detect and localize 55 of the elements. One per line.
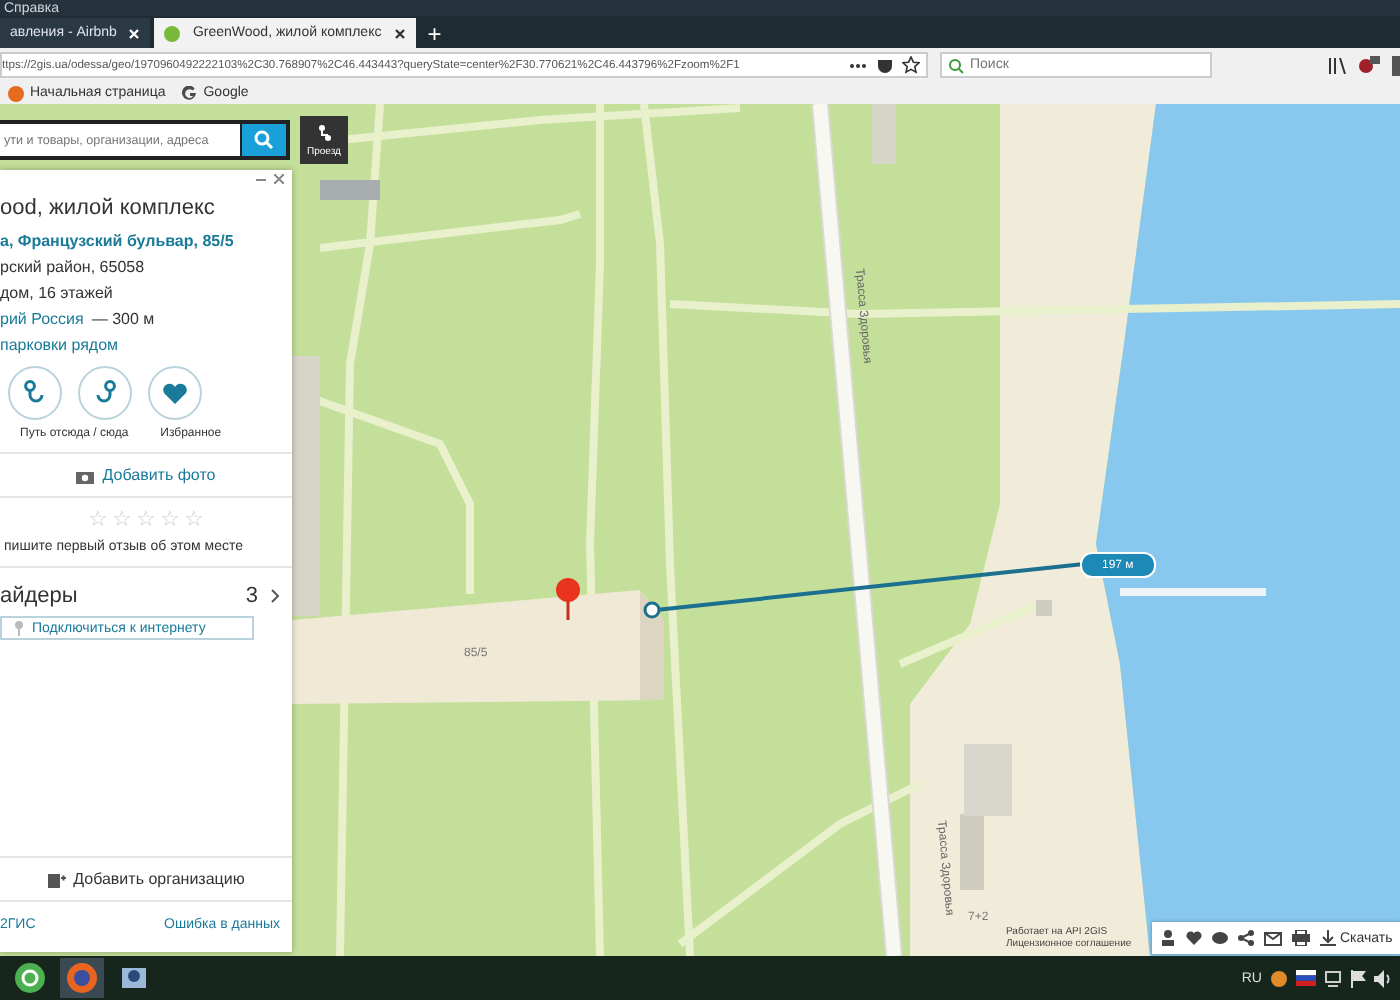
person-icon[interactable]: [1160, 930, 1176, 946]
location-pin-icon: [556, 578, 580, 620]
building-drawing: [872, 104, 896, 164]
parking-link[interactable]: парковки рядом: [0, 328, 292, 354]
building-icon: [47, 871, 66, 887]
more-icon[interactable]: [848, 61, 868, 69]
star-icon[interactable]: [902, 56, 920, 74]
sports-field: [964, 744, 1012, 816]
favorite-button[interactable]: [148, 366, 202, 420]
search-icon: [948, 57, 964, 73]
building-drawing: [1036, 600, 1052, 616]
speaker-icon[interactable]: [1374, 969, 1392, 987]
district-text: рский район, 65058: [0, 256, 147, 276]
camera-icon: [76, 467, 95, 483]
share-icon[interactable]: [1238, 930, 1254, 946]
place-title: ood, жилой комплекс: [0, 194, 217, 220]
pin-icon: [14, 620, 24, 636]
route-from-button[interactable]: [8, 366, 62, 420]
chevron-icon[interactable]: [270, 588, 280, 604]
close-icon[interactable]: [393, 27, 406, 39]
library-icon[interactable]: [1328, 57, 1346, 73]
provider-count: 3: [245, 584, 260, 608]
google-icon: [181, 85, 198, 101]
route-to-icon: [92, 380, 118, 406]
heart-icon[interactable]: [1186, 930, 1202, 946]
add-organization-link[interactable]: Добавить организацию: [73, 870, 245, 888]
print-icon[interactable]: [1292, 930, 1310, 946]
site-icon: [164, 25, 181, 41]
route-from-icon: [22, 380, 48, 406]
distance-text: — 300 м: [91, 310, 155, 328]
route-point: [643, 601, 661, 619]
building-drawing: [320, 180, 380, 200]
pocket-icon[interactable]: [876, 57, 894, 73]
add-photo-link[interactable]: Добавить фото: [102, 466, 216, 484]
network-icon[interactable]: [1324, 969, 1342, 987]
chat-icon[interactable]: [1212, 930, 1228, 946]
heart-icon: [162, 381, 188, 405]
place-link[interactable]: рий Россия: [0, 310, 84, 328]
route-to-button[interactable]: [78, 366, 132, 420]
mail-icon[interactable]: [1264, 931, 1282, 945]
search-icon: [254, 130, 274, 150]
address-link[interactable]: а, Французский бульвар, 85/5: [0, 220, 292, 250]
tray-icon[interactable]: [1270, 969, 1288, 987]
browser-icon: [8, 85, 24, 101]
minimize-icon[interactable]: [256, 174, 266, 184]
flag-icon[interactable]: [1350, 969, 1366, 987]
new-tab-button[interactable]: +: [419, 20, 450, 48]
section-title: айдеры: [0, 584, 80, 608]
building-drawing: [960, 814, 984, 890]
search-button[interactable]: [242, 124, 286, 156]
route-icon: [315, 123, 333, 141]
download-icon: [1320, 930, 1336, 946]
building-info: дом, 16 этажей: [0, 282, 115, 302]
extension-icon[interactable]: [1358, 56, 1380, 74]
flag-icon[interactable]: [1296, 970, 1316, 986]
